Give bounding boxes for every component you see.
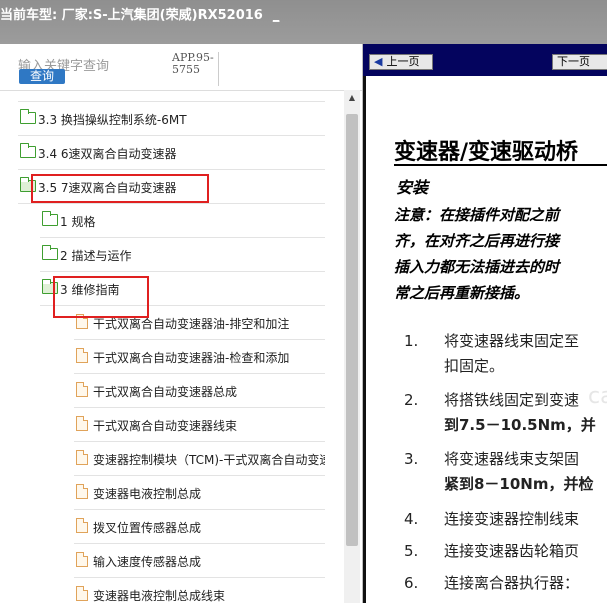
prev-page-button[interactable]: ◀ 上一页 [369, 54, 433, 70]
toc-panel: 输入关键字查询 查询 APP.95-5755 3.3 换挡操纵控制系统-6MT … [0, 44, 363, 603]
tree-label: 干式双离合自动变速器油-检查和添加 [93, 351, 290, 365]
document-icon [76, 348, 88, 363]
tree-row-3-3[interactable]: 3.3 换挡操纵控制系统-6MT [18, 102, 325, 136]
tree-row[interactable] [18, 90, 325, 102]
search-button[interactable]: 查询 [19, 69, 65, 84]
tree-row-doc[interactable]: 变速器控制模块（TCM)-干式双离合自动变速器 [74, 442, 325, 476]
tree-label: 3.3 换挡操纵控制系统-6MT [38, 113, 187, 127]
document-icon [76, 450, 88, 465]
vehicle-link[interactable]: _ [273, 8, 280, 23]
scrollbar-thumb[interactable] [346, 114, 358, 546]
document-icon [76, 586, 88, 601]
folder-icon [41, 245, 58, 260]
tree-row-doc[interactable]: 变速器电液控制总成 [74, 476, 325, 510]
highlight-box [31, 174, 209, 203]
tree-row-doc[interactable]: 输入速度传感器总成 [74, 544, 325, 578]
vehicle-info-bar: 当前车型: 厂家:S-上汽集团(荣威)RX52016 _ [0, 0, 607, 44]
tree-row-doc[interactable]: 变速器电液控制总成线束 [74, 578, 325, 603]
tree-row-doc[interactable]: 干式双离合自动变速器油-检查和添加 [74, 340, 325, 374]
document-icon [76, 382, 88, 397]
app-code-label: APP.95-5755 [172, 51, 214, 76]
tree-label: 干式双离合自动变速器线束 [93, 419, 238, 433]
tree-label: 变速器电液控制总成 [93, 487, 202, 501]
page-nav-bar: ◀ 上一页 下一页 [363, 44, 607, 76]
scroll-up-icon[interactable]: ▲ [344, 90, 360, 106]
caution-note: 注意：在接插件对配之前 齐，在对齐之后再进行接 插入力都无法插进去的时 常之后再… [394, 206, 560, 302]
tree-label: 拨叉位置传感器总成 [93, 521, 202, 535]
document-icon [76, 484, 88, 499]
folder-icon [41, 211, 58, 226]
tree-row-doc[interactable]: 干式双离合自动变速器线束 [74, 408, 325, 442]
tree-row-3-4[interactable]: 3.4 6速双离合自动变速器 [18, 136, 325, 170]
tree-label: 2 描述与运作 [60, 249, 132, 263]
document-icon [76, 552, 88, 567]
tree-row-specs[interactable]: 1 规格 [40, 204, 325, 238]
tree-row-doc[interactable]: 干式双离合自动变速器总成 [74, 374, 325, 408]
search-bar: 输入关键字查询 查询 APP.95-5755 [0, 44, 362, 91]
tree-label: 变速器电液控制总成线束 [93, 589, 226, 603]
toc-tree: 3.3 换挡操纵控制系统-6MT 3.4 6速双离合自动变速器 3.5 7速双离… [0, 90, 344, 603]
current-vehicle-label: 当前车型: 厂家:S-上汽集团(荣威)RX52016 [0, 8, 263, 23]
tree-label: 变速器控制模块（TCM)-干式双离合自动变速器 [93, 453, 325, 467]
tree-label: 干式双离合自动变速器总成 [93, 385, 238, 399]
tree-row-description[interactable]: 2 描述与运作 [40, 238, 325, 272]
document-page: 变速器/变速驱动桥 安装 注意：在接插件对配之前 齐，在对齐之后再进行接 插入力… [363, 76, 607, 603]
document-icon [76, 416, 88, 431]
folder-icon [19, 109, 36, 124]
arrow-left-icon: ◀ [374, 55, 383, 68]
scrollbar[interactable]: ▲ [344, 90, 360, 603]
document-icon [76, 518, 88, 533]
document-viewer: ◀ 上一页 下一页 变速器/变速驱动桥 安装 注意：在接插件对配之前 齐，在对齐之… [363, 44, 607, 603]
section-heading: 安装 [396, 178, 429, 197]
highlight-box [53, 276, 149, 318]
tree-label: 1 规格 [60, 215, 96, 229]
tree-row-doc[interactable]: 拨叉位置传感器总成 [74, 510, 325, 544]
tree-label: 输入速度传感器总成 [93, 555, 202, 569]
tree-label: 3.4 6速双离合自动变速器 [38, 147, 177, 161]
next-page-button[interactable]: 下一页 [552, 54, 607, 70]
document-title: 变速器/变速驱动桥 [394, 139, 579, 165]
title-rule [394, 164, 607, 166]
folder-icon [19, 143, 36, 158]
divider [218, 52, 219, 86]
